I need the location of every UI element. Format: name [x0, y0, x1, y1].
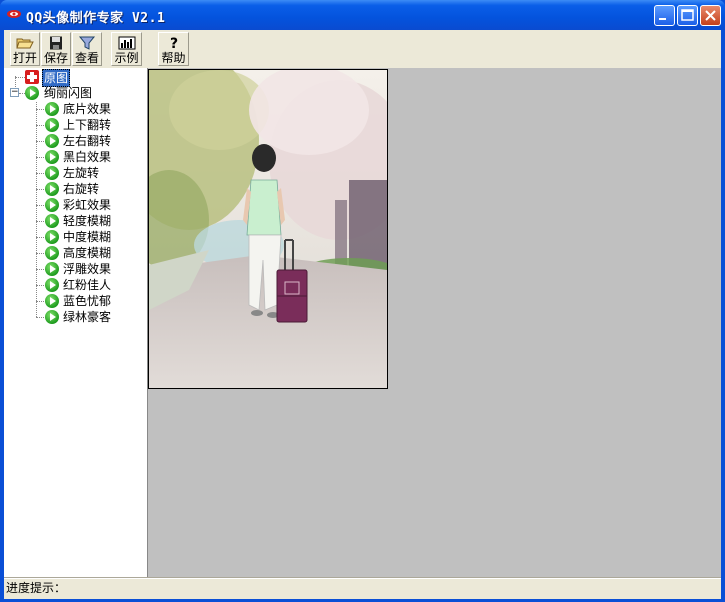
maximize-icon — [681, 9, 694, 21]
title-bar[interactable]: QQ头像制作专家 V2.1 — [0, 0, 725, 30]
red-cross-icon — [25, 70, 39, 84]
tree-node-original[interactable]: 原图 — [4, 69, 147, 87]
client-area: 打开 保存 查看 示例 ? 帮助 原图 − 绚丽闪图 底片效果 上下翻转 左右翻… — [4, 30, 721, 599]
minimize-icon — [659, 18, 666, 20]
tree-node-effect[interactable]: 浮雕效果 — [4, 261, 147, 277]
example-label: 示例 — [114, 51, 139, 65]
tree-node-effect[interactable]: 上下翻转 — [4, 117, 147, 133]
tree-node-effect-label: 红粉佳人 — [63, 278, 112, 292]
window-title: QQ头像制作专家 V2.1 — [26, 11, 166, 26]
tree-node-effect-label: 中度模糊 — [63, 230, 112, 244]
tree-node-effect-label: 上下翻转 — [63, 118, 112, 132]
green-play-icon — [45, 278, 59, 292]
help-button[interactable]: ? 帮助 — [158, 32, 189, 66]
effects-tree: 原图 − 绚丽闪图 底片效果 上下翻转 左右翻转 黑白效果 左旋转 右旋转 彩虹效果 轻度模糊… — [4, 68, 148, 578]
minimize-button[interactable] — [654, 5, 675, 26]
image-canvas — [148, 68, 721, 578]
tree-node-effect[interactable]: 左旋转 — [4, 165, 147, 181]
green-play-icon — [45, 166, 59, 180]
tree-node-effect-label: 蓝色忧郁 — [63, 294, 112, 308]
tree-node-group[interactable]: 绚丽闪图 — [4, 85, 147, 101]
tree-node-effect-label: 高度模糊 — [63, 246, 112, 260]
tree-node-effect[interactable]: 底片效果 — [4, 101, 147, 117]
green-play-icon — [45, 310, 59, 324]
svg-text:?: ? — [169, 36, 177, 50]
tree-node-effect[interactable]: 红粉佳人 — [4, 277, 147, 293]
tree-node-effect[interactable]: 左右翻转 — [4, 133, 147, 149]
tree-node-effect[interactable]: 彩虹效果 — [4, 197, 147, 213]
tree-node-effect[interactable]: 黑白效果 — [4, 149, 147, 165]
help-label: 帮助 — [161, 51, 186, 65]
tree-node-effect[interactable]: 轻度模糊 — [4, 213, 147, 229]
view-button[interactable]: 查看 — [72, 32, 102, 66]
green-play-icon — [45, 134, 59, 148]
progress-label: 进度提示： — [6, 581, 67, 595]
tree-node-effect-label: 绿林豪客 — [63, 310, 112, 324]
tree-node-effect-label: 彩虹效果 — [63, 198, 112, 212]
tree-node-effect-label: 浮雕效果 — [63, 262, 112, 276]
green-play-icon — [25, 86, 39, 100]
tree-node-effect[interactable]: 中度模糊 — [4, 229, 147, 245]
green-play-icon — [45, 198, 59, 212]
green-play-icon — [45, 294, 59, 308]
open-label: 打开 — [12, 51, 37, 65]
tree-node-effect[interactable]: 蓝色忧郁 — [4, 293, 147, 309]
green-play-icon — [45, 150, 59, 164]
tree-node-effect[interactable]: 绿林豪客 — [4, 309, 147, 325]
avatar-preview-image — [148, 69, 388, 389]
close-button[interactable] — [700, 5, 721, 26]
green-play-icon — [45, 246, 59, 260]
save-label: 保存 — [43, 51, 68, 65]
tree-node-effect-label: 左旋转 — [63, 166, 100, 180]
tree-node-effect[interactable]: 右旋转 — [4, 181, 147, 197]
question-mark-icon: ? — [169, 36, 177, 50]
tree-node-effect-label: 黑白效果 — [63, 150, 112, 164]
maximize-button[interactable] — [677, 5, 698, 26]
floppy-disk-icon — [50, 36, 62, 50]
tree-node-effect-label: 右旋转 — [63, 182, 100, 196]
green-play-icon — [45, 214, 59, 228]
close-icon — [705, 10, 716, 21]
preview-illustration — [149, 70, 387, 388]
status-bar: 进度提示： — [4, 578, 721, 599]
tree-node-effect[interactable]: 高度模糊 — [4, 245, 147, 261]
folder-open-icon — [16, 38, 34, 49]
chart-example-icon — [118, 36, 135, 50]
save-button[interactable]: 保存 — [41, 32, 71, 66]
green-play-icon — [45, 102, 59, 116]
example-button[interactable]: 示例 — [111, 32, 142, 66]
view-label: 查看 — [74, 51, 99, 65]
green-play-icon — [45, 118, 59, 132]
tree-node-effect-label: 底片效果 — [63, 102, 112, 116]
tree-node-effect-label: 左右翻转 — [63, 134, 112, 148]
toolbar: 打开 保存 查看 示例 ? 帮助 — [4, 30, 721, 68]
green-play-icon — [45, 182, 59, 196]
funnel-view-icon — [78, 36, 96, 50]
tree-node-group-label: 绚丽闪图 — [44, 86, 93, 100]
green-play-icon — [45, 230, 59, 244]
green-play-icon — [45, 262, 59, 276]
app-logo-icon — [7, 10, 21, 18]
tree-node-effect-label: 轻度模糊 — [63, 214, 112, 228]
open-button[interactable]: 打开 — [10, 32, 40, 66]
app-window: QQ头像制作专家 V2.1 打开 保存 查看 示例 ? 帮助 原图 − 绚丽闪图… — [0, 0, 725, 602]
